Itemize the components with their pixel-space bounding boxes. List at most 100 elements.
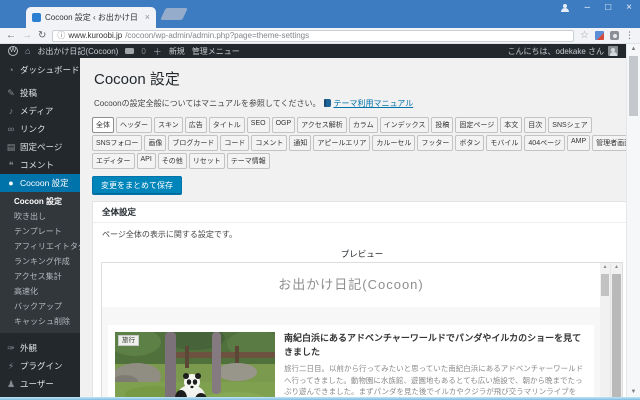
settings-tab[interactable]: その他 <box>158 153 187 169</box>
settings-tab[interactable]: コード <box>220 135 249 151</box>
bookmark-star-icon[interactable]: ☆ <box>580 30 589 41</box>
sidebar-submenu-item[interactable]: ランキング作成 <box>0 254 80 269</box>
page-info-icon[interactable]: ⓘ <box>57 30 65 41</box>
settings-tab[interactable]: カルーセル <box>372 135 415 151</box>
preview-article-card[interactable]: 旅行 南紀白浜にあるアドベンチャーワールドでパンダやイルカのショーを見てきました… <box>108 325 594 397</box>
user-avatar[interactable] <box>608 46 618 56</box>
settings-tab[interactable]: フッター <box>417 135 453 151</box>
settings-tab[interactable]: ブログカード <box>168 135 218 151</box>
plus-icon[interactable]: ＋ <box>153 45 162 58</box>
settings-tab[interactable]: API <box>137 153 156 169</box>
settings-tab[interactable]: コメント <box>251 135 287 151</box>
settings-tab[interactable]: アクセス解析 <box>297 117 347 133</box>
sidebar-item[interactable]: ●Cocoon 設定 <box>0 174 80 192</box>
settings-tab[interactable]: 広告 <box>185 117 207 133</box>
sidebar-item[interactable]: ∞リンク <box>0 120 80 138</box>
settings-tab[interactable]: スキン <box>154 117 183 133</box>
admin-bar-new[interactable]: 新規 <box>169 46 185 57</box>
extension-icon-2[interactable] <box>610 31 619 40</box>
preview-outer-scrollbar[interactable]: ▲ <box>610 263 622 397</box>
comment-count: 0 <box>141 47 145 56</box>
settings-tab[interactable]: AMP <box>567 135 590 151</box>
forward-icon[interactable]: → <box>22 31 32 41</box>
settings-tab[interactable]: ボタン <box>455 135 484 151</box>
sidebar-item[interactable]: ✑外観 <box>0 339 80 357</box>
settings-tab[interactable]: 全体 <box>92 117 114 133</box>
settings-tab[interactable]: 固定ページ <box>455 117 498 133</box>
admin-bar-greeting[interactable]: こんにちは、odekake さん <box>508 46 604 57</box>
settings-tab[interactable]: モバイル <box>486 135 522 151</box>
sidebar-submenu-item[interactable]: テンプレート <box>0 224 80 239</box>
preview-inner-scrollbar[interactable]: ▲ <box>600 263 610 397</box>
close-button[interactable]: × <box>626 3 632 13</box>
settings-tab[interactable]: カラム <box>349 117 378 133</box>
settings-tab[interactable]: インデックス <box>380 117 430 133</box>
sidebar-submenu-item[interactable]: 高速化 <box>0 284 80 299</box>
sidebar-item[interactable]: ♟ユーザー <box>0 375 80 393</box>
comments-bubble-icon[interactable] <box>125 48 134 54</box>
back-icon[interactable]: ← <box>6 31 16 41</box>
browser-tab[interactable]: Cocoon 設定 ‹ お出かけ日 × <box>26 7 156 28</box>
settings-tab[interactable]: タイトル <box>209 117 245 133</box>
sidebar-item[interactable]: ❝コメント <box>0 156 80 174</box>
settings-tab[interactable]: SNSシェア <box>548 117 591 133</box>
settings-tab[interactable]: リセット <box>189 153 225 169</box>
sidebar-submenu-item[interactable]: バックアップ <box>0 299 80 314</box>
sidebar-item[interactable]: ◔ダッシュボード <box>0 61 80 79</box>
settings-tab[interactable]: OGP <box>272 117 296 133</box>
scroll-down-icon[interactable]: ▼ <box>627 387 640 397</box>
scroll-up-icon[interactable]: ▲ <box>627 44 640 54</box>
sidebar-item[interactable]: ✎投稿 <box>0 84 80 102</box>
scroll-up-icon[interactable]: ▲ <box>600 263 610 272</box>
browser-titlebar: Cocoon 設定 ‹ お出かけ日 × – □ × <box>0 0 640 28</box>
admin-bar-site-name[interactable]: お出かけ日記(Cocoon) <box>37 46 118 57</box>
menu-item-icon: ▤ <box>6 142 16 153</box>
profile-icon[interactable] <box>561 4 570 13</box>
settings-tab[interactable]: テーマ情報 <box>227 153 270 169</box>
wordpress-logo-icon[interactable]: W <box>8 46 18 56</box>
save-all-button[interactable]: 変更をまとめて保存 <box>92 176 182 195</box>
admin-bar-menu[interactable]: 管理メニュー <box>192 46 240 57</box>
sidebar-submenu-item[interactable]: 吹き出し <box>0 209 80 224</box>
sidebar-submenu-item[interactable]: アフィリエイトタグ <box>0 239 80 254</box>
sidebar-submenu-item[interactable]: Cocoon 設定 <box>0 194 80 209</box>
menu-item-icon: ◔ <box>6 65 16 75</box>
article-thumbnail[interactable]: 旅行 <box>115 332 275 397</box>
new-tab-button[interactable] <box>160 8 188 20</box>
extension-icon-1[interactable] <box>595 31 604 40</box>
article-title[interactable]: 南紀白浜にあるアドベンチャーワールドでパンダやイルカのショーを見てきました <box>284 332 587 360</box>
settings-tab[interactable]: SNSフォロー <box>92 135 142 151</box>
settings-tab[interactable]: 画像 <box>144 135 166 151</box>
reload-icon[interactable]: ↻ <box>38 31 46 41</box>
outer-scroll-thumb[interactable] <box>612 274 621 397</box>
sidebar-submenu-item[interactable]: アクセス集計 <box>0 269 80 284</box>
minimize-button[interactable]: – <box>585 3 591 13</box>
sidebar-submenu-item[interactable]: キャッシュ削除 <box>0 314 80 329</box>
address-bar[interactable]: ⓘ www.kuroobi.jp /cocoon/wp-admin/admin.… <box>52 30 574 42</box>
tab-close-icon[interactable]: × <box>145 13 150 22</box>
settings-tab[interactable]: アピールエリア <box>313 135 370 151</box>
browser-scroll-thumb[interactable] <box>629 56 638 116</box>
settings-tab[interactable]: SEO <box>247 117 270 133</box>
manual-link[interactable]: テーマ利用マニュアル <box>333 99 413 108</box>
settings-tab[interactable]: 目次 <box>524 117 546 133</box>
home-icon[interactable]: ⌂ <box>25 46 30 56</box>
sidebar-item[interactable]: ♪メディア <box>0 102 80 120</box>
settings-tab[interactable]: 404ページ <box>524 135 565 151</box>
settings-tab[interactable]: ヘッダー <box>116 117 152 133</box>
settings-tab[interactable]: エディター <box>92 153 135 169</box>
page-title: Cocoon 設定 <box>94 68 634 89</box>
scroll-up-icon[interactable]: ▲ <box>611 263 622 272</box>
browser-scrollbar[interactable]: ▲ ▼ <box>626 44 640 397</box>
browser-menu-icon[interactable]: ⋮ <box>625 30 634 41</box>
menu-item-icon: ✎ <box>6 88 16 99</box>
inner-scroll-thumb[interactable] <box>601 274 609 296</box>
sidebar-item[interactable]: ▤固定ページ <box>0 138 80 156</box>
settings-tab[interactable]: 本文 <box>500 117 522 133</box>
sidebar-item[interactable]: ⚡プラグイン <box>0 357 80 375</box>
settings-tab[interactable]: 投稿 <box>431 117 453 133</box>
preview-label: プレビュー <box>93 248 631 260</box>
maximize-button[interactable]: □ <box>605 3 611 13</box>
settings-tabs: 全体ヘッダースキン広告タイトルSEOOGPアクセス解析カラムインデックス投稿固定… <box>92 117 634 169</box>
settings-tab[interactable]: 通知 <box>289 135 311 151</box>
